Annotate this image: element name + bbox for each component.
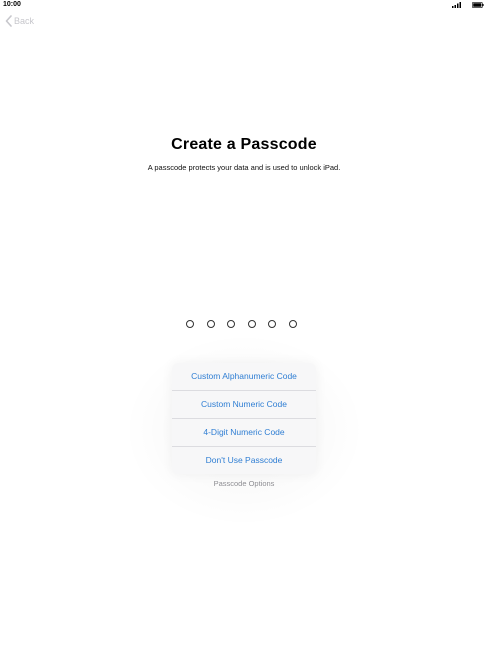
custom-numeric-code-option[interactable]: Custom Numeric Code [172, 391, 316, 419]
passcode-dots [186, 320, 297, 328]
page-title: Create a Passcode [171, 136, 317, 153]
back-label: Back [14, 16, 35, 26]
passcode-dot [247, 320, 256, 328]
passcode-dot [288, 320, 297, 328]
signal-icon [452, 2, 461, 8]
page-subtitle: A passcode protects your data and is use… [147, 163, 341, 172]
four-digit-numeric-code-option[interactable]: 4-Digit Numeric Code [172, 419, 316, 447]
status-bar: 10:00 [0, 0, 488, 11]
dont-use-passcode-option[interactable]: Don't Use Passcode [172, 447, 316, 474]
passcode-options-caption[interactable]: Passcode Options [0, 479, 488, 488]
battery-icon [472, 2, 484, 8]
passcode-dot [227, 320, 235, 328]
passcode-dot [268, 320, 276, 328]
custom-alphanumeric-code-option[interactable]: Custom Alphanumeric Code [172, 363, 316, 391]
passcode-options-menu: Custom Alphanumeric Code Custom Numeric … [172, 363, 316, 474]
back-button[interactable]: Back [5, 14, 34, 28]
passcode-dot [206, 320, 215, 328]
chevron-left-icon [5, 15, 12, 27]
status-time: 10:00 [3, 1, 21, 8]
passcode-dot [186, 320, 194, 328]
